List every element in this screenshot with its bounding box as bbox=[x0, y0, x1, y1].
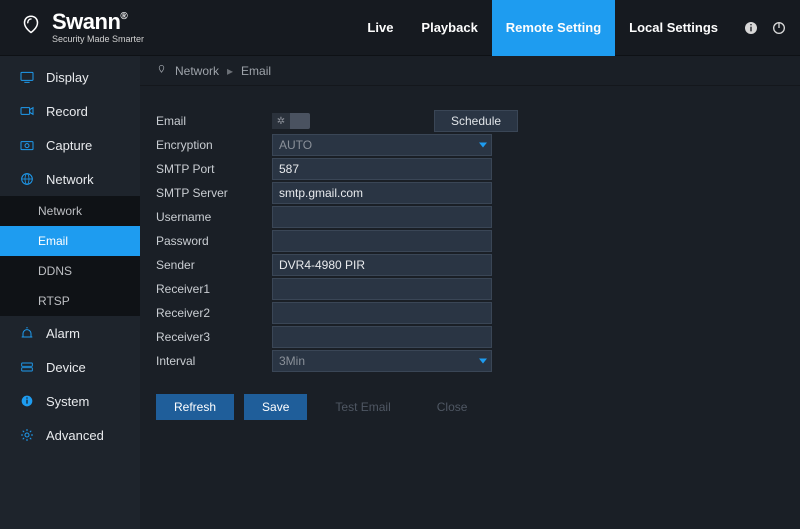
username-input[interactable] bbox=[272, 206, 492, 228]
device-icon bbox=[18, 358, 36, 376]
sidebar-sub-ddns[interactable]: DDNS bbox=[0, 256, 140, 286]
nav-playback[interactable]: Playback bbox=[407, 0, 491, 56]
button-row: Refresh Save Test Email Close bbox=[156, 394, 784, 420]
sidebar-sub-network[interactable]: Network bbox=[0, 196, 140, 226]
alarm-icon bbox=[18, 324, 36, 342]
info-circle-icon bbox=[18, 392, 36, 410]
smtp-port-input[interactable] bbox=[272, 158, 492, 180]
sidebar-sub-email[interactable]: Email bbox=[0, 226, 140, 256]
chevron-down-icon bbox=[479, 359, 487, 364]
nav-local-settings[interactable]: Local Settings bbox=[615, 0, 732, 56]
smtp-server-input[interactable] bbox=[272, 182, 492, 204]
label-sender: Sender bbox=[156, 258, 272, 272]
sidebar-item-label: Capture bbox=[46, 138, 92, 153]
content: Network ▸ Email Email ✲ Schedule Encrypt… bbox=[140, 56, 800, 529]
password-input[interactable] bbox=[272, 230, 492, 252]
swann-logo-icon bbox=[18, 13, 44, 42]
sidebar-item-network[interactable]: Network bbox=[0, 162, 140, 196]
nav-remote-setting[interactable]: Remote Setting bbox=[492, 0, 615, 56]
sender-input[interactable] bbox=[272, 254, 492, 276]
encryption-value: AUTO bbox=[279, 138, 312, 152]
label-email: Email bbox=[156, 114, 272, 128]
test-email-button: Test Email bbox=[317, 394, 408, 420]
camera-icon bbox=[18, 136, 36, 154]
brand-regmark: ® bbox=[120, 11, 127, 22]
sidebar: Display Record Capture Network Network E… bbox=[0, 56, 140, 529]
sidebar-submenu-network: Network Email DDNS RTSP bbox=[0, 196, 140, 316]
email-toggle[interactable]: ✲ bbox=[272, 113, 310, 129]
chevron-down-icon bbox=[479, 143, 487, 148]
sidebar-item-label: System bbox=[46, 394, 89, 409]
header: Swann® Security Made Smarter Live Playba… bbox=[0, 0, 800, 56]
breadcrumb: Network ▸ Email bbox=[140, 56, 800, 86]
chevron-right-icon: ▸ bbox=[227, 64, 233, 78]
save-button[interactable]: Save bbox=[244, 394, 307, 420]
gear-mini-icon: ✲ bbox=[277, 116, 285, 127]
brand-name: Swann bbox=[52, 9, 120, 34]
breadcrumb-email: Email bbox=[241, 64, 271, 78]
monitor-icon bbox=[18, 68, 36, 86]
sidebar-item-capture[interactable]: Capture bbox=[0, 128, 140, 162]
label-username: Username bbox=[156, 210, 272, 224]
breadcrumb-network[interactable]: Network bbox=[175, 64, 219, 78]
receiver3-input[interactable] bbox=[272, 326, 492, 348]
power-icon[interactable] bbox=[770, 19, 788, 37]
interval-value: 3Min bbox=[279, 354, 305, 368]
toggle-knob: ✲ bbox=[272, 113, 290, 129]
schedule-button[interactable]: Schedule bbox=[434, 110, 518, 132]
encryption-select[interactable]: AUTO bbox=[272, 134, 492, 156]
sidebar-item-label: Alarm bbox=[46, 326, 80, 341]
close-button: Close bbox=[419, 394, 486, 420]
nav-live[interactable]: Live bbox=[353, 0, 407, 56]
logo: Swann® Security Made Smarter bbox=[18, 11, 144, 44]
label-receiver1: Receiver1 bbox=[156, 282, 272, 296]
gear-icon bbox=[18, 426, 36, 444]
label-smtp-server: SMTP Server bbox=[156, 186, 272, 200]
sidebar-item-alarm[interactable]: Alarm bbox=[0, 316, 140, 350]
main: Display Record Capture Network Network E… bbox=[0, 56, 800, 529]
refresh-button[interactable]: Refresh bbox=[156, 394, 234, 420]
sidebar-item-label: Record bbox=[46, 104, 88, 119]
sidebar-item-record[interactable]: Record bbox=[0, 94, 140, 128]
record-icon bbox=[18, 102, 36, 120]
sidebar-sub-rtsp[interactable]: RTSP bbox=[0, 286, 140, 316]
receiver1-input[interactable] bbox=[272, 278, 492, 300]
form: Email ✲ Schedule Encryption AUTO SMTP Po… bbox=[140, 86, 800, 420]
sidebar-item-label: Display bbox=[46, 70, 89, 85]
receiver2-input[interactable] bbox=[272, 302, 492, 324]
sidebar-item-label: Network bbox=[46, 172, 94, 187]
label-receiver2: Receiver2 bbox=[156, 306, 272, 320]
sidebar-item-system[interactable]: System bbox=[0, 384, 140, 418]
sidebar-item-device[interactable]: Device bbox=[0, 350, 140, 384]
sidebar-item-label: Device bbox=[46, 360, 86, 375]
label-password: Password bbox=[156, 234, 272, 248]
sidebar-item-label: Advanced bbox=[46, 428, 104, 443]
sidebar-item-display[interactable]: Display bbox=[0, 60, 140, 94]
label-receiver3: Receiver3 bbox=[156, 330, 272, 344]
label-smtp-port: SMTP Port bbox=[156, 162, 272, 176]
label-encryption: Encryption bbox=[156, 138, 272, 152]
location-icon bbox=[156, 64, 167, 78]
brand-tagline: Security Made Smarter bbox=[52, 35, 144, 44]
sidebar-item-advanced[interactable]: Advanced bbox=[0, 418, 140, 452]
label-interval: Interval bbox=[156, 354, 272, 368]
top-nav: Live Playback Remote Setting Local Setti… bbox=[353, 0, 788, 56]
globe-icon bbox=[18, 170, 36, 188]
info-icon[interactable] bbox=[742, 19, 760, 37]
interval-select[interactable]: 3Min bbox=[272, 350, 492, 372]
